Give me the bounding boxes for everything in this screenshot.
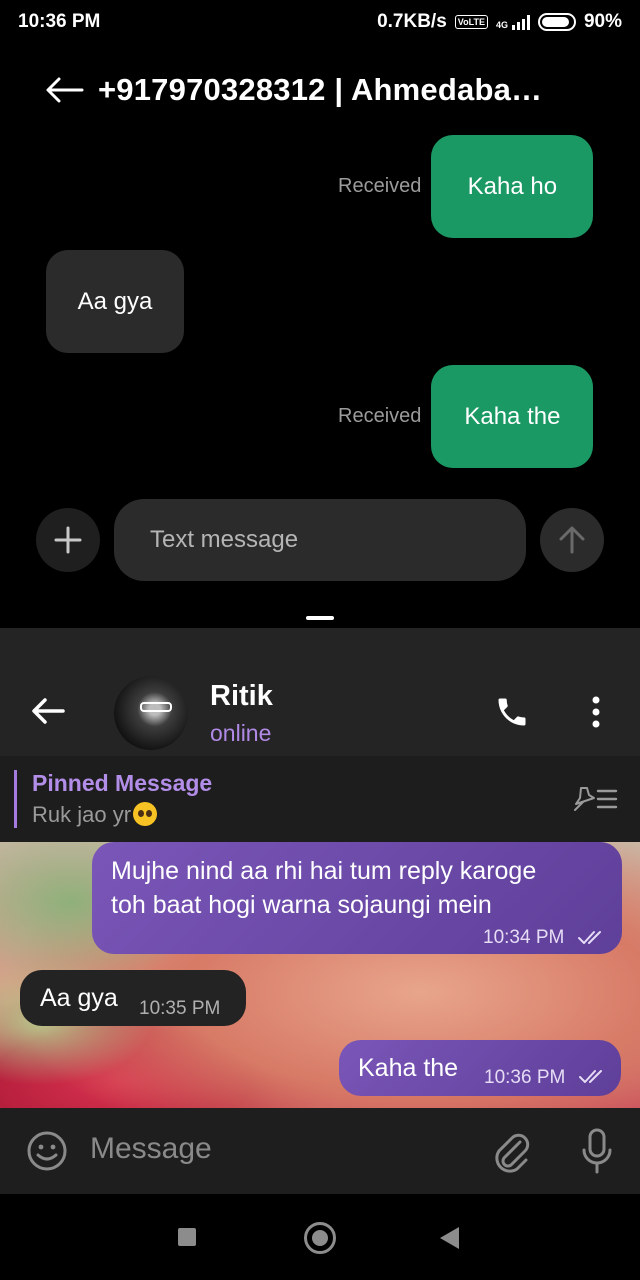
message-text-line1: Mujhe nind aa rhi hai tum reply karoge	[111, 857, 537, 885]
contact-status: online	[210, 720, 272, 746]
message-time: 10:36 PM	[484, 1067, 566, 1088]
arrow-up-icon	[559, 526, 585, 554]
recents-button[interactable]	[178, 1228, 196, 1246]
battery-percent: 90%	[583, 11, 622, 32]
network-type: 4G	[495, 20, 508, 30]
more-options-icon[interactable]	[588, 694, 604, 730]
status-time: 10:36 PM	[18, 11, 101, 32]
add-attachment-button[interactable]	[36, 508, 100, 572]
back-arrow-icon[interactable]	[30, 696, 66, 726]
message-text: Aa gya	[40, 984, 118, 1012]
sms-message-row: Received Kaha the	[338, 365, 594, 468]
message-time: 10:35 PM	[139, 998, 221, 1019]
split-screen-divider-handle[interactable]	[306, 616, 334, 620]
message-text: Kaha ho	[467, 172, 558, 200]
microphone-icon[interactable]	[580, 1128, 614, 1176]
signal-icon	[511, 14, 530, 30]
sms-bubble-incoming[interactable]: Aa gya	[46, 250, 184, 353]
double-check-icon	[579, 1070, 602, 1083]
message-text-line2: toh baat hogi warna sojaungi mein	[111, 891, 492, 919]
tg-compose-bar: Message	[0, 1108, 640, 1194]
paperclip-icon[interactable]	[492, 1128, 532, 1174]
pinned-list-icon[interactable]	[572, 784, 618, 814]
volte-icon: VoLTE	[454, 15, 488, 29]
sms-input-placeholder: Text message	[150, 526, 299, 553]
pinned-title: Pinned Message	[32, 770, 213, 796]
send-button[interactable]	[540, 508, 604, 572]
sms-text-input[interactable]: Text message	[114, 499, 526, 581]
message-input[interactable]: Message	[90, 1132, 212, 1166]
telegram-header	[0, 628, 640, 756]
message-text: Kaha the	[358, 1054, 459, 1082]
sms-compose-bar: Text message	[36, 498, 604, 582]
pinned-text: Ruk jao yr	[32, 802, 132, 827]
pinned-accent-bar	[14, 770, 17, 828]
delivery-status: Received	[338, 175, 422, 197]
back-button[interactable]	[440, 1227, 459, 1249]
sms-bubble-outgoing[interactable]: Kaha the	[431, 365, 594, 468]
plus-icon	[54, 526, 82, 554]
pinned-preview: Ruk jao yr	[32, 802, 158, 828]
avatar-glasses	[140, 702, 172, 712]
tg-message-outgoing[interactable]: Mujhe nind aa rhi hai tum reply karoge t…	[92, 842, 622, 954]
sms-bubble-outgoing[interactable]: Kaha ho	[431, 135, 594, 238]
pleading-face-emoji-icon	[133, 802, 158, 826]
message-text: Kaha the	[464, 402, 561, 430]
conversation-title: +917970328312 | Ahmedaba…	[98, 72, 543, 107]
avatar[interactable]	[114, 676, 188, 750]
message-time: 10:34 PM	[483, 927, 565, 948]
battery-icon	[537, 13, 576, 31]
message-text: Aa gya	[77, 287, 153, 315]
phone-icon[interactable]	[494, 694, 530, 730]
status-bar: 10:36 PM 0.7KB/s VoLTE 4G 90%	[0, 0, 640, 44]
sms-message-row: Aa gya	[46, 250, 184, 353]
pinned-message-bar[interactable]: Pinned Message Ruk jao yr	[0, 756, 640, 842]
home-button[interactable]	[304, 1222, 336, 1254]
sms-header: +917970328312 | Ahmedaba…	[0, 60, 640, 120]
double-check-icon	[578, 931, 601, 944]
delivery-status: Received	[338, 405, 422, 427]
battery-fill	[541, 17, 569, 27]
tg-message-outgoing[interactable]: Kaha the 10:36 PM	[339, 1040, 621, 1096]
sms-message-row: Received Kaha ho	[338, 135, 594, 238]
tg-message-incoming[interactable]: Aa gya 10:35 PM	[20, 970, 246, 1026]
network-speed: 0.7KB/s	[377, 11, 447, 32]
contact-name[interactable]: Ritik	[210, 680, 273, 713]
emoji-icon[interactable]	[26, 1130, 68, 1172]
back-arrow-icon[interactable]	[44, 75, 84, 105]
